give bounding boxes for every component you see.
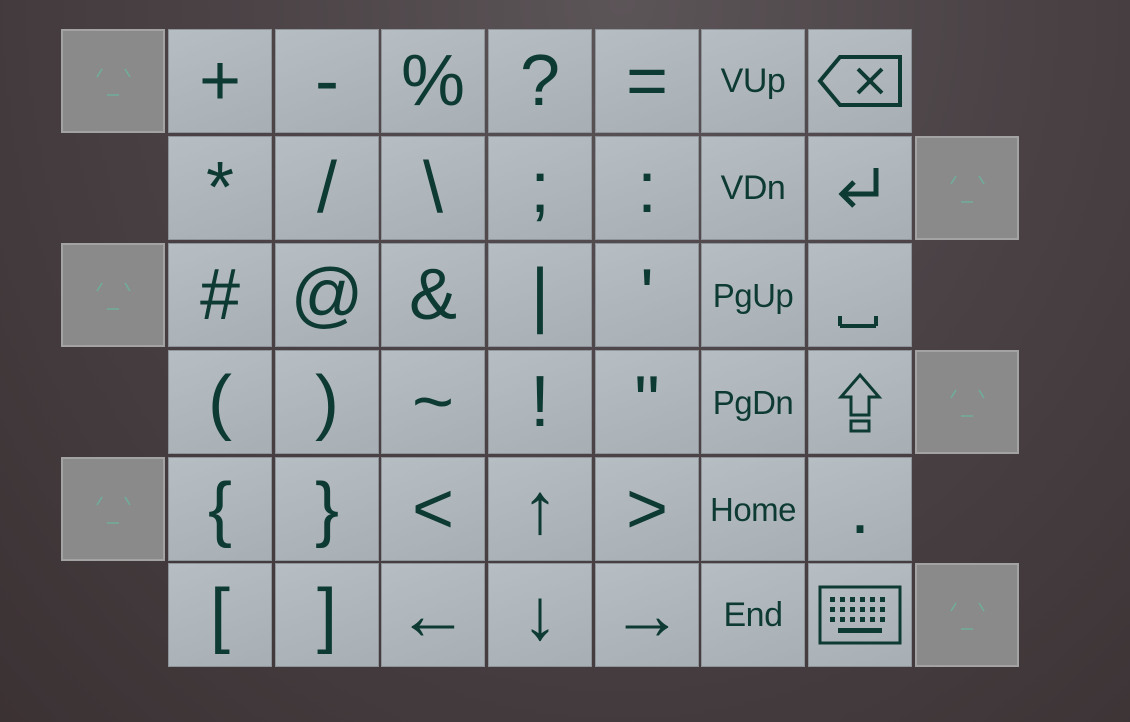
- face-icon: [950, 175, 985, 203]
- key-period[interactable]: .: [808, 457, 912, 561]
- side-key-right-1[interactable]: [915, 136, 1019, 240]
- side-key-left-3[interactable]: [61, 457, 165, 561]
- space-icon: [838, 316, 878, 328]
- shift-icon: [837, 372, 883, 433]
- key-page-down[interactable]: PgDn: [701, 350, 805, 454]
- side-key-left-1[interactable]: [61, 29, 165, 133]
- key-arrow-up[interactable]: ↑: [488, 457, 592, 561]
- key-left-brace[interactable]: {: [168, 457, 272, 561]
- key-page-up[interactable]: PgUp: [701, 243, 805, 347]
- key-volume-up[interactable]: VUp: [701, 29, 805, 133]
- key-right-bracket[interactable]: ]: [275, 563, 379, 667]
- key-question[interactable]: ?: [488, 29, 592, 133]
- face-icon: [96, 68, 131, 96]
- key-hash[interactable]: #: [168, 243, 272, 347]
- key-semicolon[interactable]: ;: [488, 136, 592, 240]
- key-pipe[interactable]: |: [488, 243, 592, 347]
- key-minus[interactable]: -: [275, 29, 379, 133]
- keyboard-icon: [818, 585, 902, 645]
- key-colon[interactable]: :: [595, 136, 699, 240]
- side-key-right-2[interactable]: [915, 350, 1019, 454]
- key-plus[interactable]: +: [168, 29, 272, 133]
- face-icon: [96, 496, 131, 524]
- keyboard-switch-key[interactable]: [808, 563, 912, 667]
- key-double-quote[interactable]: ": [595, 350, 699, 454]
- enter-icon: [838, 168, 879, 208]
- key-exclamation[interactable]: !: [488, 350, 592, 454]
- enter-key[interactable]: [808, 136, 912, 240]
- key-backslash[interactable]: \: [381, 136, 485, 240]
- key-arrow-right[interactable]: →: [595, 563, 699, 667]
- symbol-keyboard: + - % ? = VUp * / \ ; : VDn # @ & | ' Pg…: [0, 0, 1130, 722]
- backspace-icon: [817, 55, 902, 107]
- key-volume-down[interactable]: VDn: [701, 136, 805, 240]
- key-at[interactable]: @: [275, 243, 379, 347]
- key-right-brace[interactable]: }: [275, 457, 379, 561]
- face-icon: [96, 282, 131, 310]
- side-key-left-2[interactable]: [61, 243, 165, 347]
- key-equals[interactable]: =: [595, 29, 699, 133]
- key-less-than[interactable]: <: [381, 457, 485, 561]
- key-arrow-left[interactable]: ←: [381, 563, 485, 667]
- side-key-right-3[interactable]: [915, 563, 1019, 667]
- key-slash[interactable]: /: [275, 136, 379, 240]
- face-icon: [950, 389, 985, 417]
- key-arrow-down[interactable]: ↓: [488, 563, 592, 667]
- face-icon: [950, 602, 985, 630]
- key-asterisk[interactable]: *: [168, 136, 272, 240]
- key-left-paren[interactable]: (: [168, 350, 272, 454]
- key-percent[interactable]: %: [381, 29, 485, 133]
- key-ampersand[interactable]: &: [381, 243, 485, 347]
- key-end[interactable]: End: [701, 563, 805, 667]
- backspace-key[interactable]: [808, 29, 912, 133]
- key-right-paren[interactable]: ): [275, 350, 379, 454]
- key-left-bracket[interactable]: [: [168, 563, 272, 667]
- key-greater-than[interactable]: >: [595, 457, 699, 561]
- key-apostrophe[interactable]: ': [595, 243, 699, 347]
- shift-key[interactable]: [808, 350, 912, 454]
- key-tilde[interactable]: ~: [381, 350, 485, 454]
- key-home[interactable]: Home: [701, 457, 805, 561]
- space-key[interactable]: [808, 243, 912, 347]
